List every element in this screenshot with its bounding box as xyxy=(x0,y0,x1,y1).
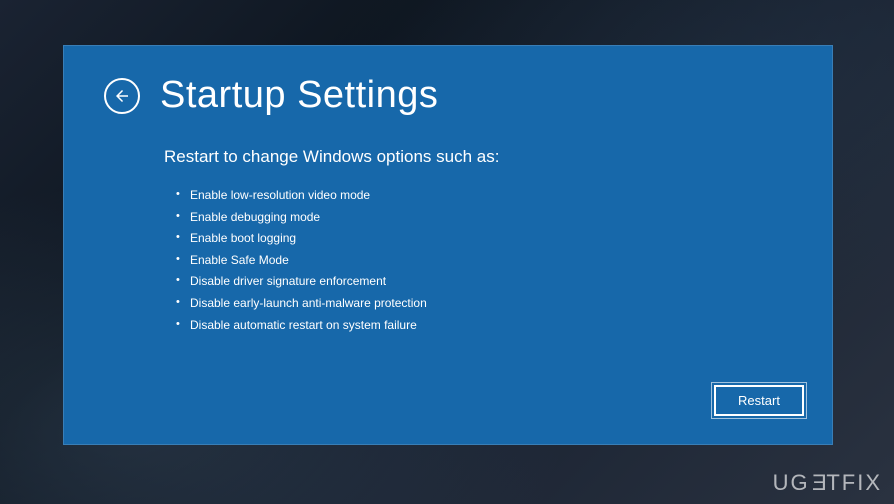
window-header: Startup Settings xyxy=(64,46,832,117)
content-area: Restart to change Windows options such a… xyxy=(64,117,832,336)
back-button[interactable] xyxy=(104,78,140,114)
restart-button[interactable]: Restart xyxy=(714,385,804,416)
option-item: Enable boot logging xyxy=(176,228,792,250)
option-item: Disable automatic restart on system fail… xyxy=(176,315,792,337)
option-item: Disable driver signature enforcement xyxy=(176,271,792,293)
page-title: Startup Settings xyxy=(160,74,438,117)
option-item: Enable debugging mode xyxy=(176,207,792,229)
option-item: Enable low-resolution video mode xyxy=(176,185,792,207)
option-item: Disable early-launch anti-malware protec… xyxy=(176,293,792,315)
options-list: Enable low-resolution video mode Enable … xyxy=(164,185,792,336)
back-arrow-icon xyxy=(113,87,131,105)
startup-settings-window: Startup Settings Restart to change Windo… xyxy=(63,45,833,445)
option-item: Enable Safe Mode xyxy=(176,250,792,272)
watermark-text: UGETFIX xyxy=(773,470,882,496)
subtitle-text: Restart to change Windows options such a… xyxy=(164,147,792,167)
